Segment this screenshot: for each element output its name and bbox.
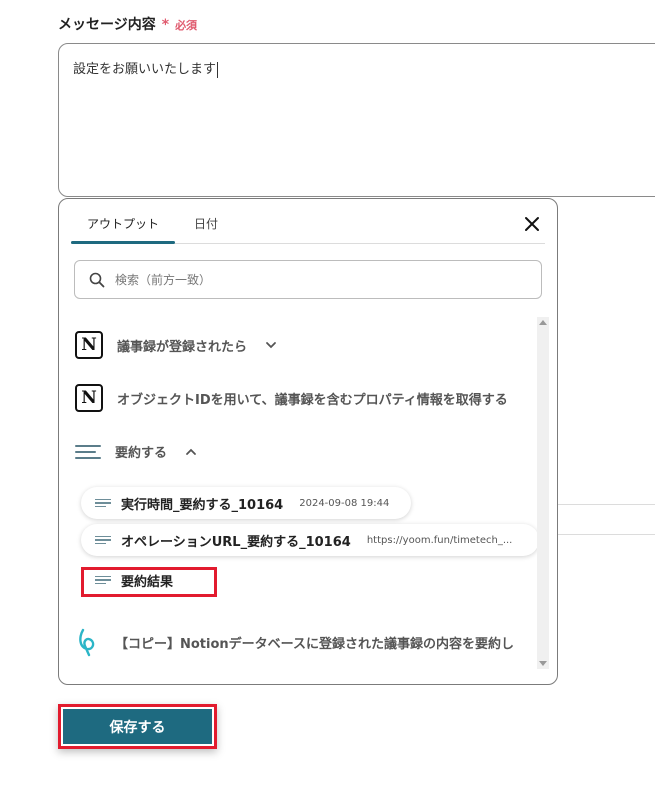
output-chip-operation-url[interactable]: オペレーションURL_要約する_10164 https://yoom.fun/t… bbox=[81, 524, 537, 556]
message-field-label: メッセージ内容 * 必須 bbox=[58, 14, 197, 34]
search-icon bbox=[89, 272, 105, 287]
save-button-highlight: 保存する bbox=[58, 704, 217, 749]
background-divider bbox=[558, 534, 655, 535]
text-lines-icon bbox=[95, 498, 111, 508]
output-name: 実行時間_要約する_10164 bbox=[121, 497, 284, 513]
text-caret bbox=[217, 61, 219, 78]
search-input[interactable] bbox=[113, 271, 517, 288]
yoom-logo-icon bbox=[79, 628, 95, 657]
scrollbar[interactable] bbox=[537, 317, 549, 669]
picker-tabs: アウトプット 日付 bbox=[71, 209, 545, 244]
output-name: オペレーションURL_要約する_10164 bbox=[121, 534, 351, 550]
output-value: 2024-09-08 19:44 bbox=[299, 497, 390, 509]
message-label-text: メッセージ内容 bbox=[58, 17, 156, 33]
list-item-label: 要約する bbox=[115, 446, 168, 461]
list-item-trigger[interactable]: N 議事録が登録されたら bbox=[75, 331, 277, 359]
list-item-copy-flow[interactable]: 【コピー】Notionデータベースに登録された議事録の内容を要約し bbox=[75, 627, 514, 657]
list-item-label: 議事録が登録されたら bbox=[117, 339, 248, 355]
list-item-summarize[interactable]: 要約する bbox=[75, 442, 197, 461]
output-value: https://yoom.fun/timetech_... bbox=[366, 534, 513, 546]
output-picker-popup: アウトプット 日付 N 議事録が登録されたら N オブジェクトIDを用いて、議事… bbox=[58, 198, 558, 685]
list-item-label: 【コピー】Notionデータベースに登録された議事録の内容を要約し bbox=[115, 636, 515, 652]
chevron-down-icon bbox=[266, 342, 276, 349]
tab-date[interactable]: 日付 bbox=[191, 209, 221, 243]
chevron-up-icon bbox=[186, 448, 196, 455]
required-badge: 必須 bbox=[175, 19, 198, 32]
list-item-get-object[interactable]: N オブジェクトIDを用いて、議事録を含むプロパティ情報を取得する bbox=[75, 384, 508, 412]
output-chip-exec-time[interactable]: 実行時間_要約する_10164 2024-09-08 19:44 bbox=[81, 487, 411, 519]
save-button[interactable]: 保存する bbox=[63, 709, 212, 744]
notion-icon: N bbox=[75, 331, 103, 359]
text-lines-icon bbox=[75, 444, 101, 459]
text-lines-icon bbox=[95, 535, 111, 545]
required-star: * bbox=[161, 17, 170, 33]
message-textarea[interactable]: 設定をお願いいたします bbox=[58, 43, 655, 197]
close-icon bbox=[525, 217, 539, 231]
close-button[interactable] bbox=[519, 211, 545, 237]
highlight-box bbox=[81, 567, 217, 597]
scroll-up-arrow-icon[interactable] bbox=[539, 320, 547, 325]
output-list: N 議事録が登録されたら N オブジェクトIDを用いて、議事録を含むプロパティ情… bbox=[59, 314, 537, 674]
background-divider bbox=[558, 504, 655, 505]
list-item-label: オブジェクトIDを用いて、議事録を含むプロパティ情報を取得する bbox=[117, 392, 508, 408]
tab-output[interactable]: アウトプット bbox=[71, 209, 175, 244]
scroll-down-arrow-icon[interactable] bbox=[539, 661, 547, 666]
search-box[interactable] bbox=[74, 260, 542, 299]
message-value: 設定をお願いいたします bbox=[73, 62, 217, 77]
notion-icon: N bbox=[75, 384, 103, 412]
